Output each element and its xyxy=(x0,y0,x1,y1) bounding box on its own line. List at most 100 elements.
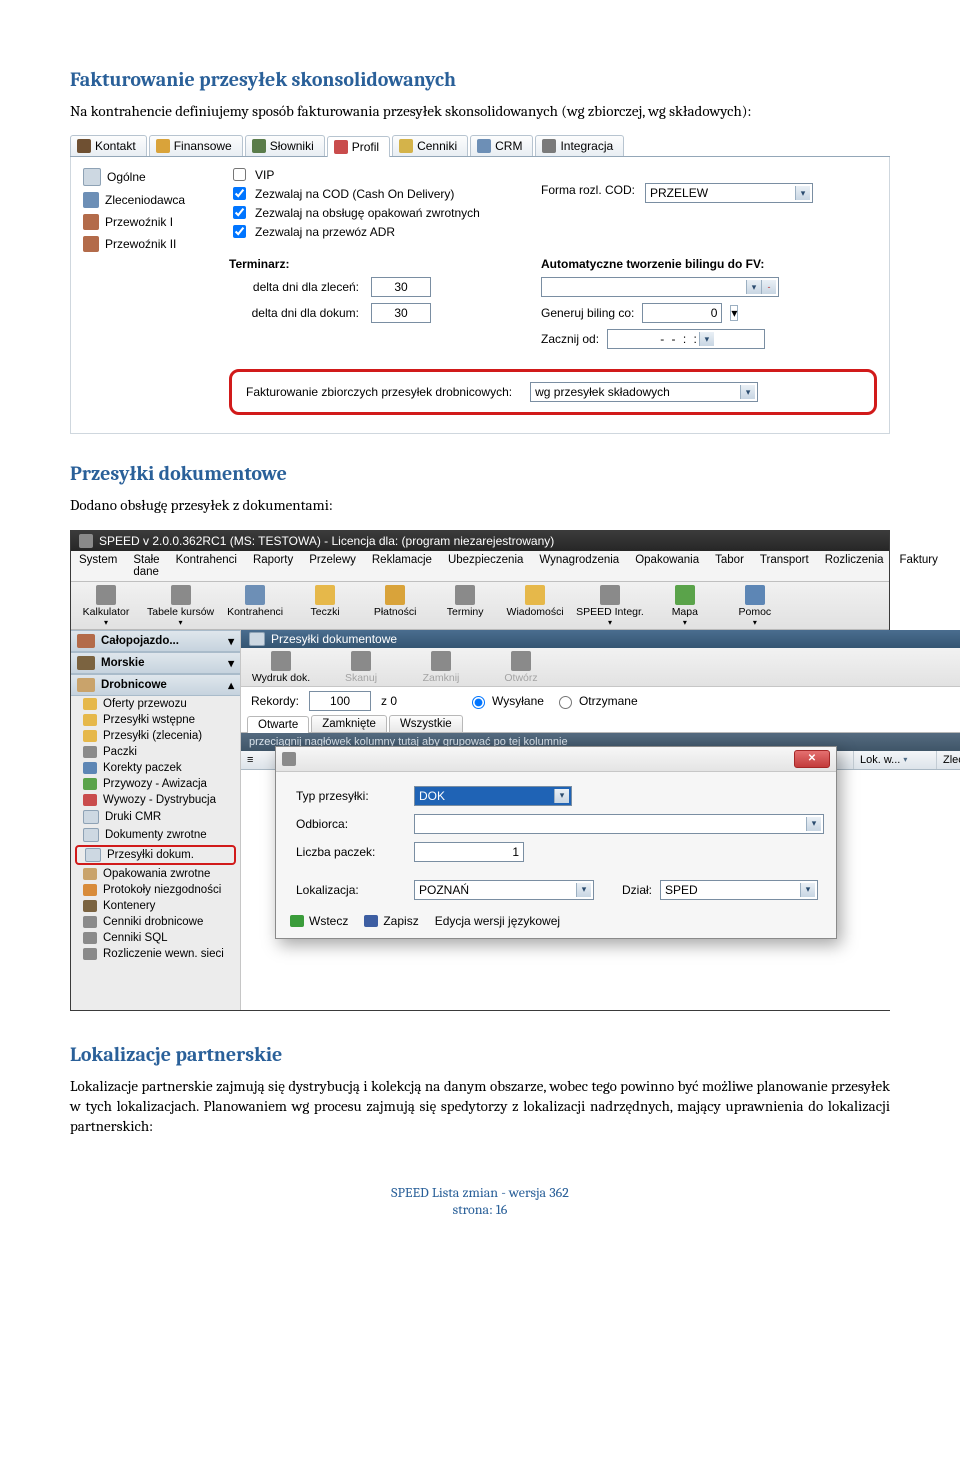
sidebar-item-przesylki-zlecenia[interactable]: Przesyłki (zlecenia) xyxy=(71,728,240,744)
menu-faktury[interactable]: Faktury xyxy=(892,551,946,581)
nav-przewoznik2[interactable]: Przewoźnik II xyxy=(79,233,219,255)
menu-tabor[interactable]: Tabor xyxy=(707,551,752,581)
menu-reklamacje[interactable]: Reklamacje xyxy=(364,551,440,581)
close-button[interactable]: ✕ xyxy=(794,750,830,768)
sidebar-item-paczki[interactable]: Paczki xyxy=(71,744,240,760)
gh-indicator[interactable]: ≡ xyxy=(241,751,276,769)
subtab-zamkniete[interactable]: Zamknięte xyxy=(311,715,387,732)
dlg-odbiorca-combo[interactable]: ▾ xyxy=(414,814,824,834)
sidebar-item-druki-cmr[interactable]: Druki CMR xyxy=(71,808,240,826)
menu-system[interactable]: System xyxy=(71,551,125,581)
menu-stale-dane[interactable]: Stałe dane xyxy=(125,551,167,581)
chk-opak[interactable]: Zezwalaj na obsługę opakowań zwrotnych xyxy=(229,203,519,222)
dlg-save-button[interactable]: Zapisz xyxy=(364,914,418,928)
sidebar-item-przesylki-dokum[interactable]: Przesyłki dokum. xyxy=(75,845,236,865)
menu-opakowania[interactable]: Opakowania xyxy=(627,551,707,581)
nav-przewoznik1[interactable]: Przewoźnik I xyxy=(79,211,219,233)
dtool-zamknij[interactable]: Zamknij xyxy=(401,648,481,686)
dlg-typ-combo[interactable]: DOK ▾ xyxy=(414,786,572,806)
zacznij-input[interactable]: - - : : ▾ xyxy=(607,329,765,349)
menu-rozliczenia[interactable]: Rozliczenia xyxy=(817,551,892,581)
dlg-lok-combo[interactable]: POZNAŃ ▾ xyxy=(414,880,594,900)
autobiling-combo[interactable]: ▾ - xyxy=(541,277,779,297)
chk-adr[interactable]: Zezwalaj na przewóz ADR xyxy=(229,222,519,241)
sidebar-item-oferty[interactable]: Oferty przewozu xyxy=(71,696,240,712)
dlg-liczba-input[interactable] xyxy=(414,842,524,862)
dtool-skanuj[interactable]: Skanuj xyxy=(321,648,401,686)
chk-vip[interactable]: VIP xyxy=(229,165,519,184)
autobiling-label: Automatyczne tworzenie bilingu do FV: xyxy=(541,257,877,271)
sidebar-item-przesylki-wstepne[interactable]: Przesyłki wstępne xyxy=(71,712,240,728)
subtab-wszystkie[interactable]: Wszystkie xyxy=(389,715,463,732)
sidebar-group-drobnicowe[interactable]: Drobnicowe ▴ xyxy=(71,674,240,696)
rekordy-input[interactable] xyxy=(309,691,371,711)
tool-kalkulator[interactable]: Kalkulator▾ xyxy=(71,582,141,629)
nav-ogolne[interactable]: Ogólne xyxy=(79,165,219,189)
radio-otrzymane[interactable]: Otrzymane xyxy=(554,693,638,709)
tab-cenniki[interactable]: Cenniki xyxy=(392,135,468,156)
sidebar-item-wywozy[interactable]: Wywozy - Dystrybucja xyxy=(71,792,240,808)
sql-icon xyxy=(83,932,97,944)
chk-cod[interactable]: Zezwalaj na COD (Cash On Delivery) xyxy=(229,184,519,203)
gh-zlece[interactable]: Zlece xyxy=(937,751,960,769)
tab-slowniki[interactable]: Słowniki xyxy=(245,135,325,156)
tool-mapa[interactable]: Mapa▾ xyxy=(650,582,720,629)
generuj-label: Generuj biling co: xyxy=(541,306,634,320)
menu-transport[interactable]: Transport xyxy=(752,551,817,581)
sidebar: Całopojazdo... ▾ Morskie ▾ Drobnicowe ▴ … xyxy=(71,630,241,1010)
dtool-otworz[interactable]: Otwórz xyxy=(481,648,561,686)
menu-wynagrodzenia[interactable]: Wynagrodzenia xyxy=(531,551,627,581)
footer-page: strona: 16 xyxy=(70,1201,890,1218)
red-box-label: Fakturowanie zbiorczych przesyłek drobni… xyxy=(246,385,512,399)
radio-wysylane[interactable]: Wysyłane xyxy=(467,693,544,709)
menu-raporty[interactable]: Raporty xyxy=(245,551,301,581)
forma-cod-combo[interactable]: PRZELEW ▾ xyxy=(645,183,813,203)
tab-integracja[interactable]: Integracja xyxy=(535,135,624,156)
dlg-back-button[interactable]: Wstecz xyxy=(290,914,348,928)
sidebar-item-przywozy[interactable]: Przywozy - Awizacja xyxy=(71,776,240,792)
tool-tabele-kursow[interactable]: Tabele kursów▾ xyxy=(141,582,220,629)
sidebar-group-calopojazdowe[interactable]: Całopojazdo... ▾ xyxy=(71,630,240,652)
tool-pomoc[interactable]: Pomoc▾ xyxy=(720,582,790,629)
coins-icon xyxy=(156,139,170,153)
tab-crm[interactable]: CRM xyxy=(470,135,533,156)
tool-wiadomosci[interactable]: Wiadomości xyxy=(500,582,570,629)
delta-zlecen-input[interactable] xyxy=(371,277,431,297)
menu-kontrahenci[interactable]: Kontrahenci xyxy=(168,551,245,581)
tool-teczki[interactable]: Teczki xyxy=(290,582,360,629)
dtool-wydruk[interactable]: Wydruk dok. xyxy=(241,648,321,686)
menu-przelewy[interactable]: Przelewy xyxy=(301,551,364,581)
red-box-combo[interactable]: wg przesyłek składowych ▾ xyxy=(530,382,758,402)
sidebar-item-protokoly[interactable]: Protokoły niezgodności xyxy=(71,882,240,898)
spinner-icon[interactable]: ▾ xyxy=(730,305,738,321)
tool-terminy[interactable]: Terminy xyxy=(430,582,500,629)
tab-kontakt[interactable]: Kontakt xyxy=(70,135,147,156)
sidebar-item-rozliczenie-wewn[interactable]: Rozliczenie wewn. sieci xyxy=(71,946,240,962)
sidebar-group-morskie[interactable]: Morskie ▾ xyxy=(71,652,240,674)
sidebar-item-cenniki-drobnicowe[interactable]: Cenniki drobnicowe xyxy=(71,914,240,930)
para-3: Lokalizacje partnerskie zajmują się dyst… xyxy=(70,1076,890,1137)
dlg-edit-lang-button[interactable]: Edycja wersji językowej xyxy=(435,914,560,928)
container-icon xyxy=(83,900,97,912)
generuj-input[interactable] xyxy=(642,303,722,323)
sidebar-item-cenniki-sql[interactable]: Cenniki SQL xyxy=(71,930,240,946)
gh-lokw2[interactable]: Lok. w...▾ xyxy=(854,751,937,769)
tab-profil[interactable]: Profil xyxy=(327,136,390,157)
terminarz-label: Terminarz: xyxy=(229,257,519,271)
delta-dokum-input[interactable] xyxy=(371,303,431,323)
lock-icon xyxy=(431,651,451,671)
nav-zleceniodawca[interactable]: Zleceniodawca xyxy=(79,189,219,211)
sidebar-item-korekty-paczek[interactable]: Korekty paczek xyxy=(71,760,240,776)
menu-ubezpieczenia[interactable]: Ubezpieczenia xyxy=(440,551,531,581)
subtab-otwarte[interactable]: Otwarte xyxy=(247,716,309,733)
sidebar-item-dokumenty-zwrotne[interactable]: Dokumenty zwrotne xyxy=(71,826,240,844)
tab-finansowe[interactable]: Finansowe xyxy=(149,135,243,156)
sidebar-item-kontenery[interactable]: Kontenery xyxy=(71,898,240,914)
tool-speed-integr[interactable]: SPEED Integr.▾ xyxy=(570,582,650,629)
tool-kontrahenci[interactable]: Kontrahenci xyxy=(220,582,290,629)
sidebar-item-opakowania-zwrotne[interactable]: Opakowania zwrotne xyxy=(71,866,240,882)
workarea-tab[interactable]: Przesyłki dokumentowe xyxy=(241,630,960,648)
dlg-dzial-combo[interactable]: SPED ▾ xyxy=(660,880,818,900)
tool-platnosci[interactable]: Płatności xyxy=(360,582,430,629)
truck-icon xyxy=(83,214,99,230)
